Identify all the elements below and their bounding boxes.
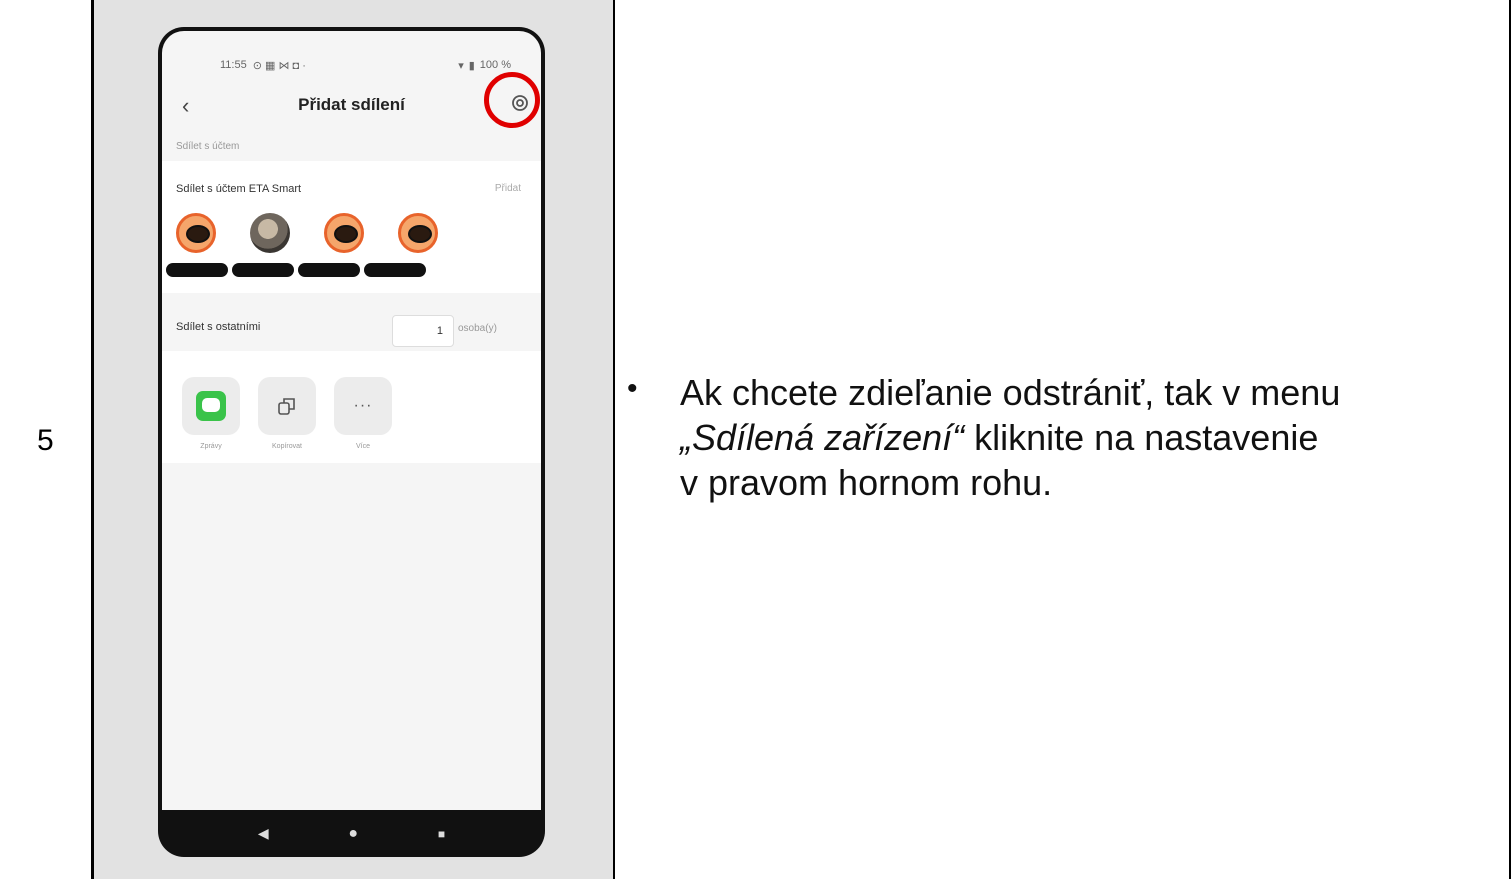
gear-highlight-circle (484, 72, 540, 128)
android-navbar: ◀ ● ■ (158, 810, 545, 857)
back-icon[interactable]: ‹ (182, 93, 189, 119)
back-nav-icon[interactable]: ◀ (258, 825, 269, 842)
recents-nav-icon[interactable]: ■ (438, 827, 445, 841)
instruction-line-1: Ak chcete zdieľanie odstrániť, tak v men… (680, 372, 1341, 413)
redacted-name (166, 263, 228, 277)
phone-screen: 11:55 ⊙ ▦ ⋈ ◘ · ▾ ▮ 100 % ‹ Přidat sdíle… (162, 31, 541, 810)
redacted-name (232, 263, 294, 277)
share-count-unit: osoba(y) (458, 323, 497, 334)
instruction-line-2-rest: kliknite na nastavenie (964, 417, 1319, 458)
section-account-label: Sdílet s účtem (176, 141, 240, 152)
redacted-name (298, 263, 360, 277)
step-number: 5 (37, 424, 54, 457)
phone-frame: 11:55 ⊙ ▦ ⋈ ◘ · ▾ ▮ 100 % ‹ Přidat sdíle… (158, 27, 545, 857)
share-count-input[interactable]: 1 (392, 315, 454, 347)
step-number-cell: 5 (0, 0, 92, 879)
share-option-more[interactable]: ··· Více (334, 377, 392, 450)
battery-icon: ▮ (468, 59, 475, 72)
battery-level: 100 % (479, 59, 511, 71)
wifi-icon: ▾ (458, 59, 464, 72)
share-option-copy[interactable]: Kopírovat (258, 377, 316, 450)
redacted-names (166, 263, 426, 277)
add-link[interactable]: Přidat (495, 183, 521, 194)
instruction-text: • Ak chcete zdieľanie odstrániť, tak v m… (627, 370, 1480, 505)
camera-avatar[interactable] (398, 213, 438, 253)
photo-avatar[interactable] (250, 213, 290, 253)
more-icon: ··· (353, 397, 373, 414)
camera-avatar[interactable] (176, 213, 216, 253)
share-options-card: Zprávy Kopírovat ··· Více (162, 351, 541, 463)
instruction-line-3: v pravom hornom rohu. (680, 462, 1053, 503)
share-option-label: Zprávy (200, 443, 222, 450)
share-option-messages[interactable]: Zprávy (182, 377, 240, 450)
share-option-label: Více (355, 443, 370, 450)
status-bar: 11:55 ⊙ ▦ ⋈ ◘ · ▾ ▮ 100 % (162, 31, 541, 81)
instruction-line-2: „Sdílená zařízení“ kliknite na nastaveni… (640, 415, 1480, 460)
account-share-card: Sdílet s účtem ETA Smart Přidat (162, 161, 541, 293)
status-icons: ⊙ ▦ ⋈ ◘ · (252, 59, 306, 72)
bullet: • (627, 372, 638, 405)
page-title: Přidat sdílení (298, 95, 405, 114)
redacted-name (364, 263, 426, 277)
share-option-label: Kopírovat (272, 443, 302, 450)
message-icon (196, 391, 226, 421)
account-share-title: Sdílet s účtem ETA Smart (176, 183, 302, 195)
menu-name: „Sdílená zařízení“ (680, 417, 965, 458)
status-time: 11:55 (220, 59, 247, 71)
copy-icon (278, 398, 295, 415)
device-avatars (176, 213, 438, 253)
camera-avatar[interactable] (324, 213, 364, 253)
home-nav-icon[interactable]: ● (348, 825, 358, 843)
share-others-label: Sdílet s ostatními (176, 321, 261, 333)
